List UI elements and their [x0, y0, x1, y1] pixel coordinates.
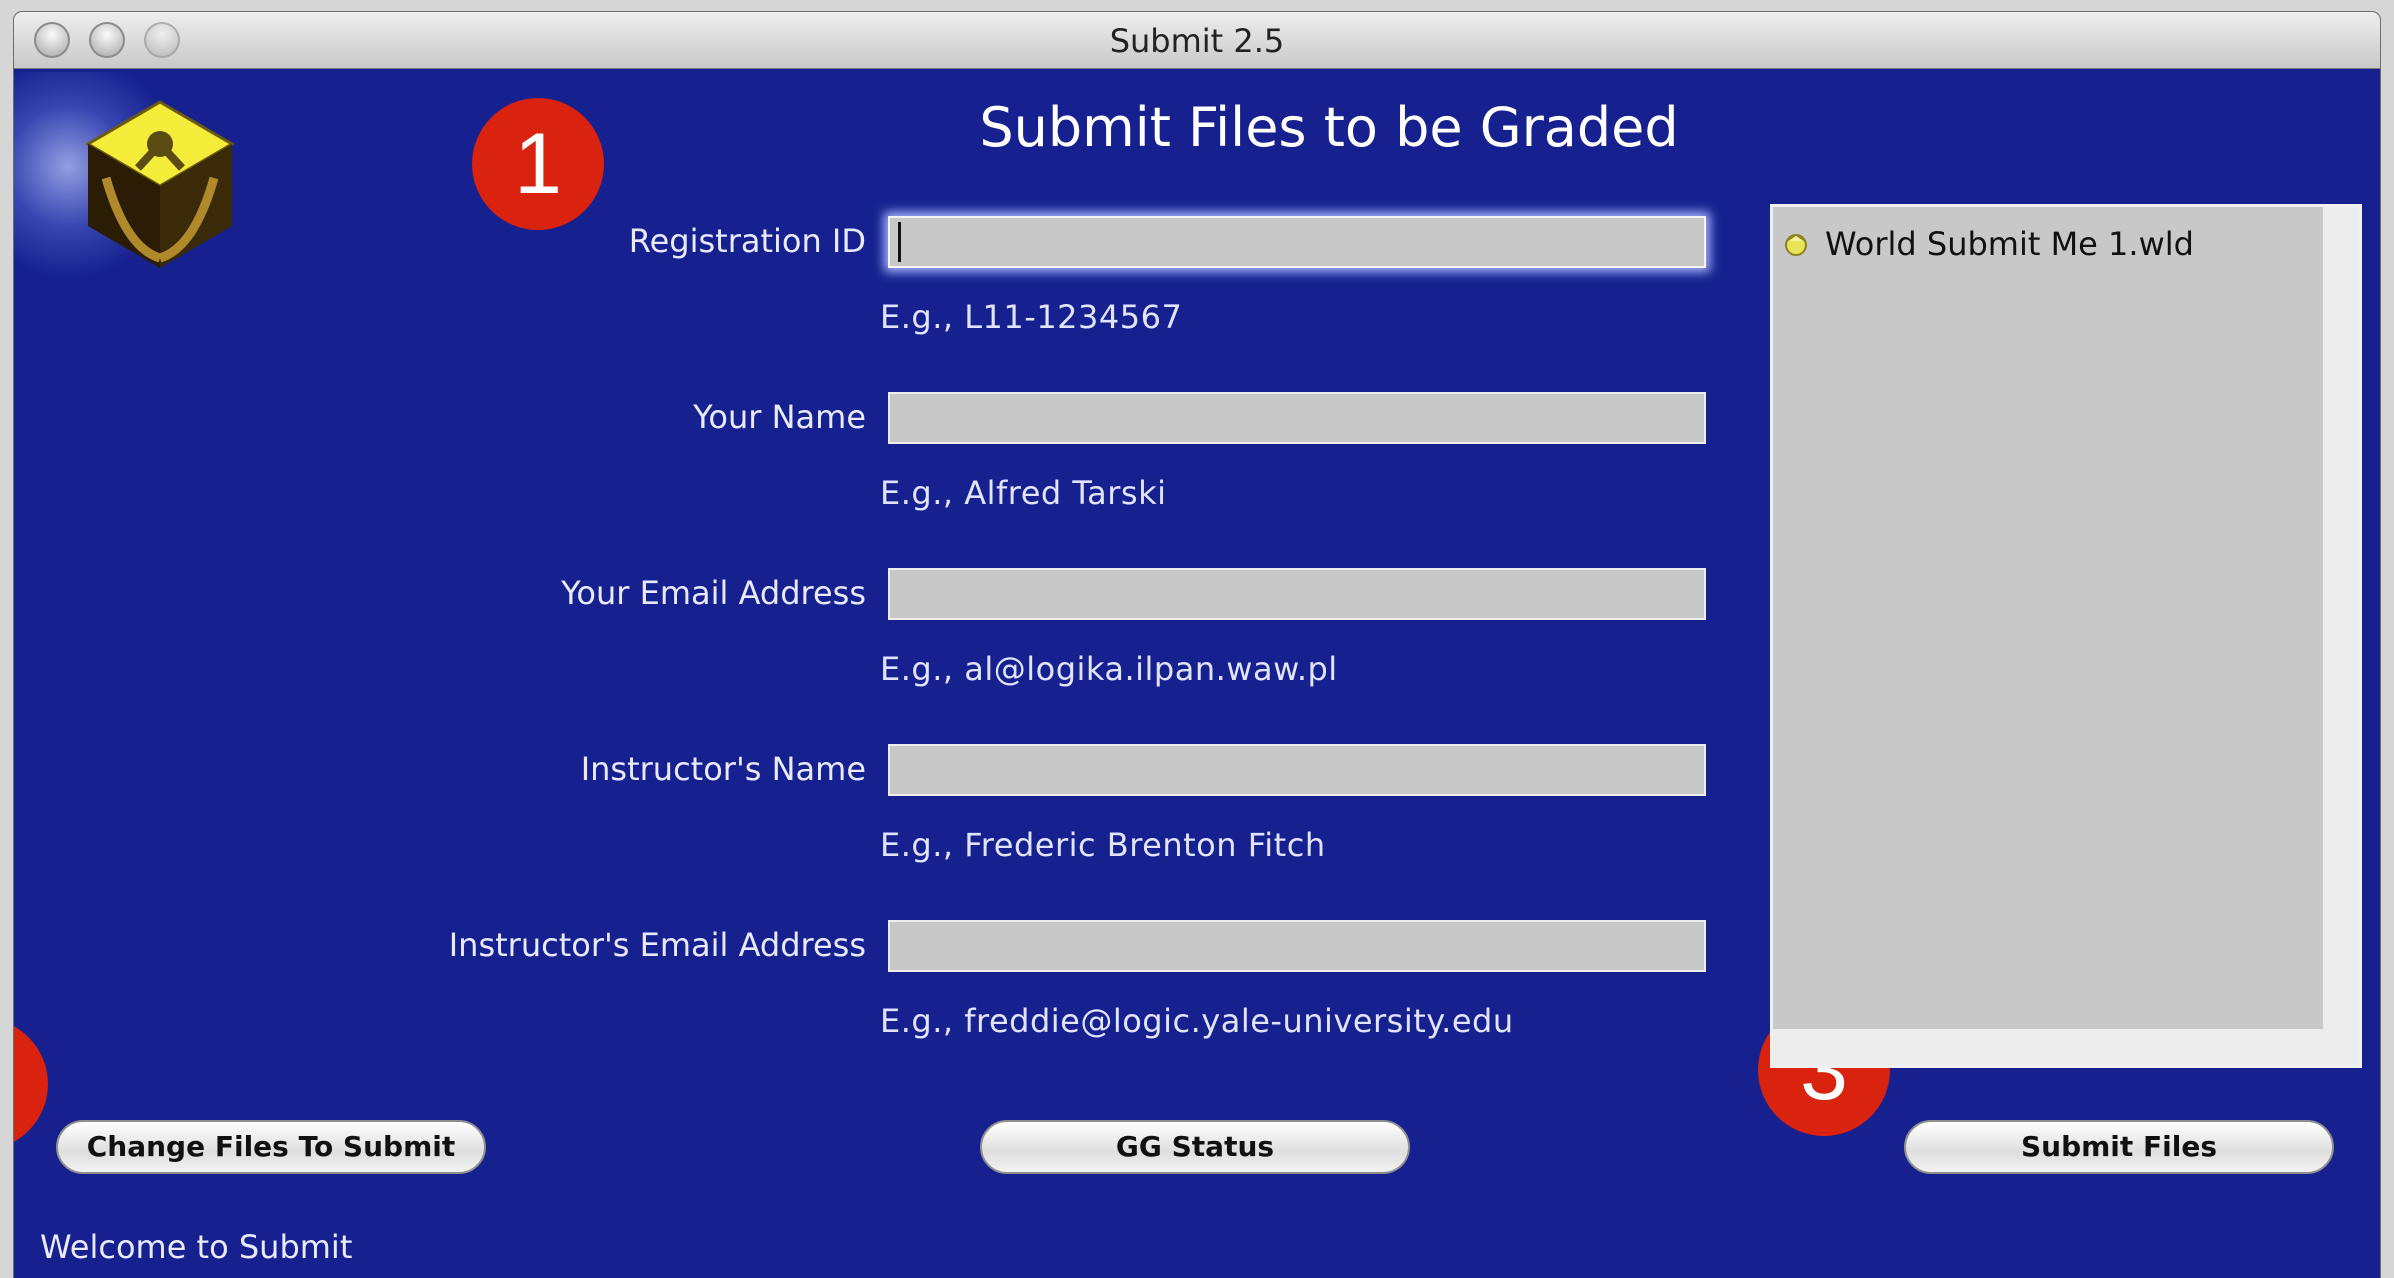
- file-list[interactable]: World Submit Me 1.wld: [1770, 204, 2362, 1068]
- window-title: Submit 2.5: [1109, 22, 1285, 60]
- instructor-email-hint: E.g., freddie@logic.yale-university.edu: [880, 1002, 1514, 1040]
- your-email-input[interactable]: [888, 568, 1706, 620]
- page-heading: Submit Files to be Graded: [979, 96, 1679, 159]
- instructor-email-label: Instructor's Email Address: [448, 926, 866, 964]
- your-name-label: Your Name: [693, 398, 866, 436]
- gg-status-button[interactable]: GG Status: [980, 1120, 1410, 1174]
- your-name-hint: E.g., Alfred Tarski: [880, 474, 1167, 512]
- submit-files-button[interactable]: Submit Files: [1904, 1120, 2334, 1174]
- registration-id-input[interactable]: [888, 216, 1706, 268]
- instructor-name-label: Instructor's Name: [580, 750, 866, 788]
- file-list-item[interactable]: World Submit Me 1.wld: [1783, 225, 2194, 263]
- your-email-hint: E.g., al@logika.ilpan.waw.pl: [880, 650, 1338, 688]
- file-list-horizontal-scrollbar[interactable]: [1773, 1029, 2359, 1065]
- submit-window: Submit 2.5 Submit Files to be Graded 1 2…: [14, 12, 2380, 1278]
- instructor-name-input[interactable]: [888, 744, 1706, 796]
- registration-id-hint: E.g., L11-1234567: [880, 298, 1183, 336]
- file-list-vertical-scrollbar[interactable]: [2323, 207, 2359, 1029]
- text-caret: [898, 222, 901, 262]
- title-bar[interactable]: Submit 2.5: [14, 12, 2380, 69]
- instructor-name-hint: E.g., Frederic Brenton Fitch: [880, 826, 1326, 864]
- step-badge-1: 1: [472, 98, 604, 230]
- step-badge-2: 2: [14, 1018, 48, 1150]
- world-file-icon: [1785, 234, 1807, 256]
- file-name: World Submit Me 1.wld: [1825, 225, 2194, 263]
- status-text: Welcome to Submit: [40, 1228, 353, 1266]
- your-email-label: Your Email Address: [561, 574, 866, 612]
- registration-id-label: Registration ID: [628, 222, 866, 260]
- change-files-button[interactable]: Change Files To Submit: [56, 1120, 486, 1174]
- instructor-email-input[interactable]: [888, 920, 1706, 972]
- your-name-input[interactable]: [888, 392, 1706, 444]
